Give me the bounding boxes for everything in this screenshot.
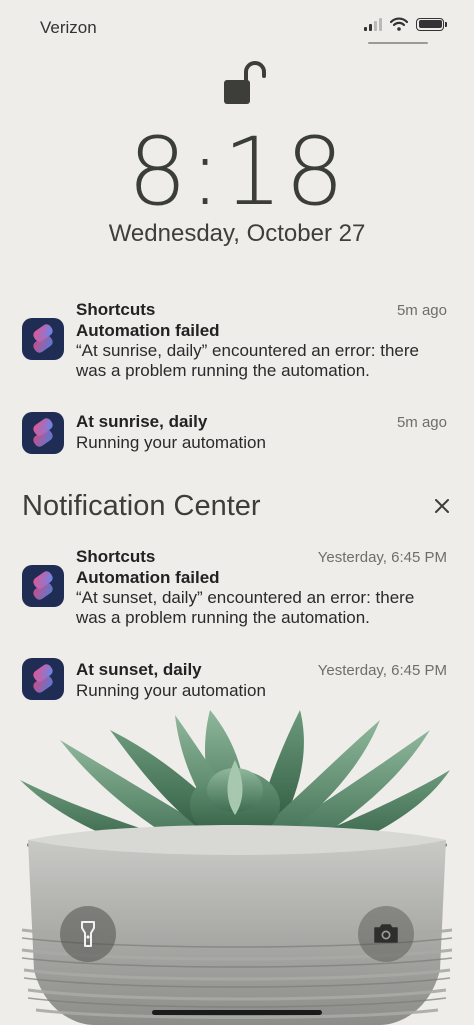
notification-time: Yesterday, 6:45 PM [317, 662, 447, 679]
cellular-signal-icon [364, 17, 382, 31]
control-center-indicator[interactable] [368, 42, 428, 44]
camera-button[interactable] [358, 906, 414, 962]
carrier-name: Verizon [40, 18, 97, 37]
notification-message: Running your automation [76, 433, 266, 452]
shortcuts-app-icon [22, 565, 64, 607]
notification-time: 5m ago [396, 414, 447, 431]
flashlight-icon [81, 921, 95, 947]
notification-message: “At sunrise, daily” encountered an error… [76, 341, 420, 360]
notification-title: At sunset, daily [76, 660, 202, 679]
notification-time: 5m ago [396, 302, 447, 319]
home-indicator[interactable] [152, 1010, 322, 1015]
shortcuts-app-icon [22, 658, 64, 700]
shortcuts-app-icon [22, 318, 64, 360]
unlocked-padlock-icon [224, 61, 266, 104]
battery-icon [416, 17, 447, 31]
shortcuts-app-icon [22, 412, 64, 454]
notification-title: Automation failed [76, 568, 220, 587]
lock-screen-time: 8:18 [127, 118, 347, 227]
status-icons [364, 17, 447, 31]
wallpaper-succulent-image [20, 710, 453, 1025]
notification-shortcuts-automation-failed-sunset[interactable]: Shortcuts Yesterday, 6:45 PM Automation … [22, 547, 452, 627]
status-bar: Verizon [0, 0, 474, 50]
notification-title: Automation failed [76, 321, 220, 340]
lock-screen-date: Wednesday, October 27 [108, 220, 366, 247]
notification-shortcuts-automation-failed-sunrise[interactable]: Shortcuts 5m ago Automation failed “At s… [22, 300, 452, 380]
close-icon[interactable] [432, 496, 452, 516]
flashlight-button[interactable] [60, 906, 116, 962]
notification-message: was a problem running the automation. [76, 361, 370, 380]
wifi-icon [390, 17, 408, 31]
notification-message: Running your automation [76, 681, 266, 700]
notification-title: At sunrise, daily [76, 412, 208, 431]
notification-at-sunset-running[interactable]: At sunset, daily Yesterday, 6:45 PM Runn… [22, 658, 452, 705]
notification-message: was a problem running the automation. [76, 608, 370, 627]
notification-at-sunrise-running[interactable]: At sunrise, daily 5m ago Running your au… [22, 412, 452, 457]
notification-center-header: Notification Center [22, 490, 261, 522]
notification-time: Yesterday, 6:45 PM [317, 549, 447, 566]
camera-icon [374, 924, 398, 943]
notification-app-name: Shortcuts [76, 300, 156, 319]
notification-app-name: Shortcuts [76, 547, 156, 566]
notification-message: “At sunset, daily” encountered an error:… [76, 588, 415, 607]
